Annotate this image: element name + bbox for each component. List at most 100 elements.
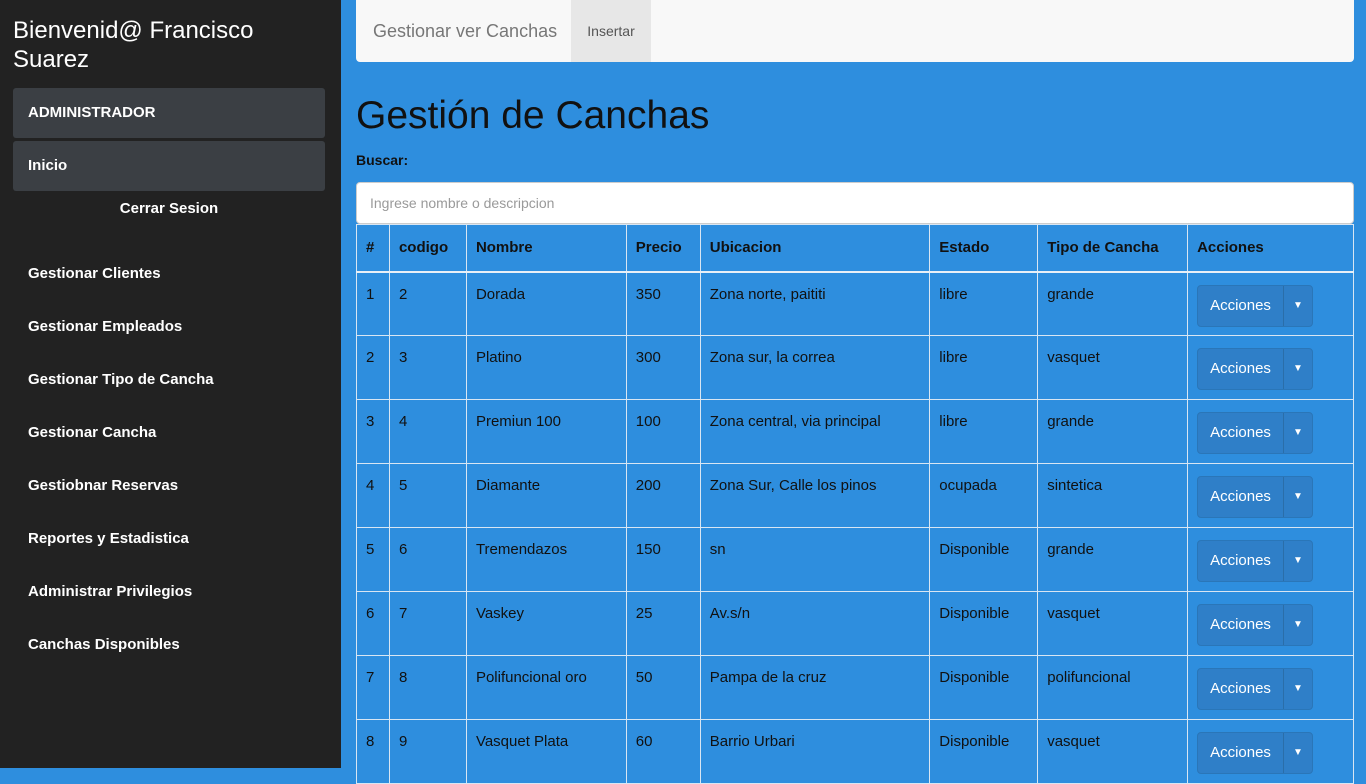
caret-down-icon[interactable]: ▼ — [1284, 413, 1312, 453]
cell-codigo: 3 — [388, 335, 467, 400]
acciones-button-label: Acciones — [1198, 413, 1284, 453]
table-row: 7 8 Polifuncional oro 50 Pampa de la cruz Dis… — [356, 655, 1354, 720]
cell-estado: Disponible — [929, 591, 1039, 656]
acciones-button-label: Acciones — [1198, 669, 1284, 709]
acciones-button-label: Acciones — [1198, 349, 1284, 389]
table-row: 5 6 Tremendazos 150 sn Disponible grande Accion… — [356, 527, 1354, 592]
cell-codigo: 4 — [388, 399, 467, 464]
acciones-dropdown-button[interactable]: Acciones ▼ — [1197, 284, 1313, 327]
cell-acciones: Acciones ▼ — [1187, 591, 1354, 656]
acciones-button-label: Acciones — [1198, 605, 1284, 645]
cell-tipo: vasquet — [1037, 719, 1189, 784]
cell-n: 1 — [356, 271, 390, 336]
cell-n: 2 — [356, 335, 390, 400]
table-row: 3 4 Premiun 100 100 Zona central, via princi… — [356, 399, 1354, 464]
caret-down-icon[interactable]: ▼ — [1284, 541, 1312, 581]
cell-tipo: vasquet — [1037, 335, 1189, 400]
cell-n: 7 — [356, 655, 390, 720]
search-input[interactable] — [356, 182, 1354, 224]
sidebar-item-cancha[interactable]: Gestionar Cancha — [28, 411, 214, 464]
cell-tipo: sintetica — [1037, 463, 1189, 528]
cell-precio: 25 — [625, 591, 701, 656]
sidebar-item-reportes[interactable]: Reportes y Estadistica — [28, 517, 214, 570]
sidebar-item-reservas[interactable]: Gestiobnar Reservas — [28, 464, 214, 517]
acciones-dropdown-button[interactable]: Acciones ▼ — [1197, 668, 1313, 710]
logout-link[interactable]: Cerrar Sesion — [13, 200, 325, 217]
sidebar-nav: Gestionar Clientes Gestionar Empleados G… — [28, 252, 214, 676]
acciones-dropdown-button[interactable]: Acciones ▼ — [1197, 412, 1313, 454]
col-header-estado: Estado — [929, 224, 1039, 273]
cell-tipo: polifuncional — [1037, 655, 1189, 720]
cell-precio: 100 — [625, 399, 701, 464]
cell-ubicacion: Av.s/n — [699, 591, 931, 656]
cell-acciones: Acciones ▼ — [1187, 271, 1354, 336]
acciones-dropdown-button[interactable]: Acciones ▼ — [1197, 476, 1313, 518]
top-navbar: Gestionar ver Canchas Insertar — [356, 0, 1354, 62]
sidebar-item-tipo-cancha[interactable]: Gestionar Tipo de Cancha — [28, 358, 214, 411]
cell-ubicacion: Pampa de la cruz — [699, 655, 931, 720]
acciones-dropdown-button[interactable]: Acciones ▼ — [1197, 348, 1313, 390]
cell-nombre: Dorada — [465, 271, 627, 336]
admin-button[interactable]: ADMINISTRADOR — [13, 88, 325, 138]
caret-down-icon[interactable]: ▼ — [1284, 477, 1312, 517]
cell-estado: ocupada — [929, 463, 1039, 528]
cell-nombre: Premiun 100 — [465, 399, 627, 464]
cell-precio: 350 — [625, 271, 701, 336]
cell-tipo: grande — [1037, 527, 1189, 592]
sidebar-item-clientes[interactable]: Gestionar Clientes — [28, 252, 214, 305]
table-body: 1 2 Dorada 350 Zona norte, paititi libre grand… — [356, 271, 1354, 784]
cell-ubicacion: Zona Sur, Calle los pinos — [699, 463, 931, 528]
caret-down-icon[interactable]: ▼ — [1284, 286, 1312, 326]
navbar-brand[interactable]: Gestionar ver Canchas — [373, 0, 557, 62]
col-header-ubicacion: Ubicacion — [699, 224, 931, 273]
acciones-button-label: Acciones — [1198, 285, 1284, 326]
caret-down-icon[interactable]: ▼ — [1284, 605, 1312, 645]
cell-codigo: 8 — [388, 655, 467, 720]
cell-tipo: grande — [1037, 271, 1189, 336]
search-label: Buscar: — [356, 152, 409, 168]
insert-tab[interactable]: Insertar — [571, 0, 651, 62]
cell-precio: 200 — [625, 463, 701, 528]
cell-estado: Disponible — [929, 719, 1039, 784]
col-header-acciones: Acciones — [1187, 224, 1354, 273]
table-header-row: # codigo Nombre Precio Ubicacion Estado … — [356, 224, 1354, 273]
sidebar-item-privilegios[interactable]: Administrar Privilegios — [28, 570, 214, 623]
acciones-dropdown-button[interactable]: Acciones ▼ — [1197, 540, 1313, 582]
acciones-button-label: Acciones — [1198, 733, 1284, 773]
table-row: 6 7 Vaskey 25 Av.s/n Disponible vasquet Accione… — [356, 591, 1354, 656]
welcome-text: Bienvenid@ Francisco Suarez — [13, 17, 254, 73]
cell-acciones: Acciones ▼ — [1187, 655, 1354, 720]
cell-estado: Disponible — [929, 527, 1039, 592]
cell-ubicacion: Zona central, via principal — [699, 399, 931, 464]
home-button[interactable]: Inicio — [13, 141, 325, 191]
cell-codigo: 2 — [388, 271, 467, 336]
caret-down-icon[interactable]: ▼ — [1284, 349, 1312, 389]
cell-codigo: 9 — [388, 719, 467, 784]
caret-down-icon[interactable]: ▼ — [1284, 669, 1312, 709]
caret-down-icon[interactable]: ▼ — [1284, 733, 1312, 773]
cell-nombre: Polifuncional oro — [465, 655, 627, 720]
cell-estado: libre — [929, 335, 1039, 400]
cell-estado: Disponible — [929, 655, 1039, 720]
col-header-nombre: Nombre — [465, 224, 627, 273]
cell-acciones: Acciones ▼ — [1187, 463, 1354, 528]
cell-precio: 50 — [625, 655, 701, 720]
sidebar-item-disponibles[interactable]: Canchas Disponibles — [28, 623, 214, 676]
cell-ubicacion: sn — [699, 527, 931, 592]
cell-ubicacion: Barrio Urbari — [699, 719, 931, 784]
cell-precio: 300 — [625, 335, 701, 400]
cell-ubicacion: Zona norte, paititi — [699, 271, 931, 336]
sidebar-item-empleados[interactable]: Gestionar Empleados — [28, 305, 214, 358]
acciones-dropdown-button[interactable]: Acciones ▼ — [1197, 604, 1313, 646]
cell-acciones: Acciones ▼ — [1187, 335, 1354, 400]
cell-codigo: 5 — [388, 463, 467, 528]
cell-estado: libre — [929, 399, 1039, 464]
table-row: 1 2 Dorada 350 Zona norte, paititi libre grand… — [356, 271, 1354, 336]
table-row: 2 3 Platino 300 Zona sur, la correa libre vasq… — [356, 335, 1354, 400]
cell-estado: libre — [929, 271, 1039, 336]
acciones-button-label: Acciones — [1198, 541, 1284, 581]
canchas-table: # codigo Nombre Precio Ubicacion Estado … — [356, 224, 1354, 784]
table-row: 4 5 Diamante 200 Zona Sur, Calle los pinos oc… — [356, 463, 1354, 528]
cell-nombre: Diamante — [465, 463, 627, 528]
table-row: 8 9 Vasquet Plata 60 Barrio Urbari Disponible… — [356, 719, 1354, 784]
